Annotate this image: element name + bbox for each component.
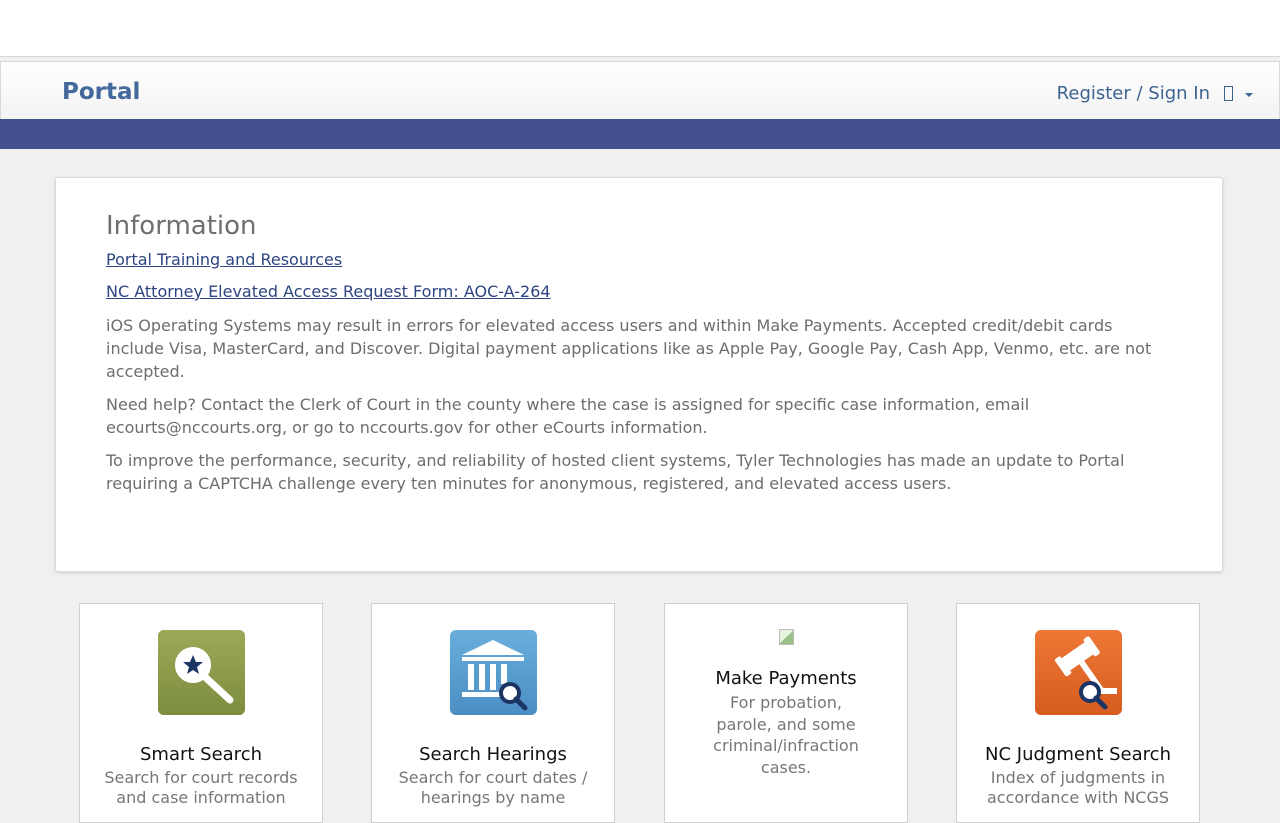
nc-judgment-search-tile[interactable]: NC Judgment Search Index of judgments in… [956, 603, 1200, 823]
make-payments-desc: For probation, parole, and some criminal… [713, 693, 859, 777]
smart-search-tile[interactable]: Smart Search Search for court records an… [79, 603, 323, 823]
portal-brand-link[interactable]: Portal [62, 79, 140, 105]
ios-notice-text: iOS Operating Systems may result in erro… [106, 316, 1152, 381]
smart-search-desc: Search for court records and case inform… [104, 768, 298, 807]
smart-search-title[interactable]: Smart Search [80, 744, 322, 766]
user-icon [1224, 86, 1233, 101]
make-payments-title[interactable]: Make Payments [665, 668, 907, 690]
make-payments-tile[interactable]: Make Payments For probation, parole, and… [664, 603, 908, 823]
captcha-notice-text: To improve the performance, security, an… [106, 451, 1125, 493]
magnifier-star-icon [157, 630, 245, 715]
help-contact-text: Need help? Contact the Clerk of Court in… [106, 395, 1030, 437]
nc-judgment-search-desc: Index of judgments in accordance with NC… [986, 768, 1170, 807]
gavel-search-icon [1034, 630, 1122, 715]
search-hearings-title[interactable]: Search Hearings [372, 744, 614, 766]
register-signin-menu[interactable]: Register / Sign In [1057, 83, 1253, 104]
search-hearings-desc: Search for court dates / hearings by nam… [398, 768, 588, 807]
broken-image-icon [778, 629, 794, 645]
search-hearings-tile[interactable]: Search Hearings Search for court dates /… [371, 603, 615, 823]
courthouse-search-icon [449, 630, 537, 715]
header-band [0, 119, 1280, 149]
chevron-down-icon[interactable] [1245, 92, 1253, 97]
attorney-access-form-link[interactable]: NC Attorney Elevated Access Request Form… [106, 282, 1172, 302]
information-heading: Information [106, 211, 257, 241]
navbar: Portal Register / Sign In [0, 61, 1280, 119]
nc-judgment-search-title[interactable]: NC Judgment Search [957, 744, 1199, 766]
top-strip [0, 0, 1280, 57]
information-panel: Information Portal Training and Resource… [55, 177, 1223, 572]
signin-label[interactable]: Register / Sign In [1057, 83, 1210, 104]
portal-training-link[interactable]: Portal Training and Resources [106, 250, 1172, 270]
